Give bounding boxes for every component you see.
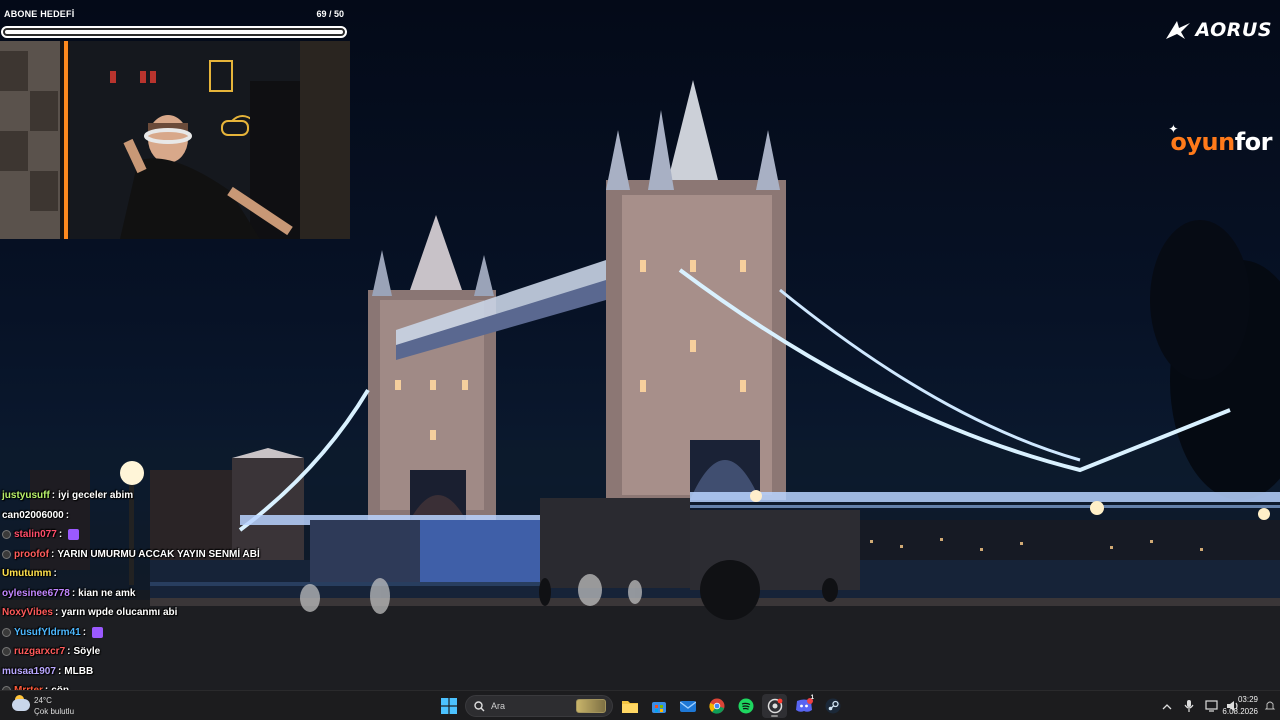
- chat-text: iyi geceler abim: [58, 490, 134, 502]
- chat-message: NoxyVibes: yarın wpde olucanmı abi: [2, 603, 332, 623]
- webcam-feed: [0, 41, 350, 239]
- chat-separator: :: [51, 548, 55, 560]
- taskbar-search-box[interactable]: Ara: [465, 695, 613, 717]
- chat-message: justyusuff: iyi geceler abim: [2, 486, 332, 506]
- notification-bell-icon: [1264, 701, 1276, 710]
- discord-badge-count: 1: [810, 695, 814, 701]
- chat-badge-icon: [2, 647, 11, 657]
- goal-progress-track: [1, 26, 347, 38]
- microphone-icon[interactable]: [1182, 699, 1196, 713]
- taskbar-capture-app[interactable]: [762, 694, 787, 718]
- chat-separator: :: [65, 509, 70, 521]
- search-highlight-thumbnail: [576, 699, 606, 713]
- system-clock[interactable]: 03:29 6.08.2026: [1222, 694, 1258, 718]
- capture-icon: [767, 698, 782, 714]
- taskbar-mail[interactable]: [675, 694, 700, 718]
- search-placeholder: Ara: [491, 701, 506, 711]
- chat-username: can02006000: [2, 509, 64, 521]
- taskbar-steam[interactable]: [820, 694, 845, 718]
- chat-emote-icon: [92, 626, 104, 638]
- store-icon: [651, 702, 666, 713]
- mail-icon: [679, 701, 696, 712]
- chat-username: YusufYldrm41: [14, 626, 81, 638]
- chat-message: musaa1907: MLBB: [2, 662, 332, 682]
- chat-username: justyusuff: [2, 490, 50, 502]
- taskbar: 24°C Çok bulutlu Ara 1 03:29 6.08.2026: [0, 690, 1280, 720]
- goal-label: ABONE HEDEFİ: [4, 9, 75, 19]
- weather-widget[interactable]: 24°C Çok bulutlu: [10, 693, 120, 719]
- chat-separator: :: [71, 587, 76, 599]
- chat-emote-icon: [68, 529, 80, 541]
- oyunfor-logo: ✦ oyunfor: [1168, 122, 1273, 156]
- chat-text: yarın wpde olucanmı abi: [61, 607, 178, 619]
- taskbar-apps: Ara 1: [436, 694, 845, 718]
- weather-temperature: 24°C: [34, 696, 52, 705]
- chat-separator: :: [57, 665, 62, 677]
- chat-separator: :: [53, 568, 57, 580]
- chat-message: stalin077:: [2, 525, 332, 545]
- chat-badge-icon: [2, 627, 11, 637]
- chat-text: MLBB: [64, 665, 94, 677]
- chat-message: oylesinee6778: kian ne amk: [2, 584, 332, 604]
- chat-message: YusufYldrm41:: [2, 623, 332, 643]
- chat-username: oylesinee6778: [2, 587, 70, 599]
- spotify-icon: [738, 698, 753, 714]
- chat-username: NoxyVibes: [2, 607, 53, 619]
- chat-separator: :: [58, 529, 63, 541]
- chat-badge-icon: [2, 530, 11, 540]
- chat-username: musaa1907: [2, 665, 56, 677]
- chat-separator: :: [54, 607, 59, 619]
- taskbar-chrome[interactable]: [704, 694, 729, 718]
- folder-icon: [621, 701, 638, 713]
- streamer-webcam-image: [0, 41, 350, 239]
- chat-text: Söyle: [73, 646, 101, 658]
- chat-username: Umutumm: [2, 568, 52, 580]
- chat-message: ruzgarxcr7: Söyle: [2, 642, 332, 662]
- chat-message: Umutumm:: [2, 564, 332, 584]
- taskbar-file-explorer[interactable]: [617, 694, 642, 718]
- chrome-icon: [708, 698, 724, 714]
- goal-count: 69 / 50: [316, 9, 344, 19]
- steam-icon: [825, 698, 840, 714]
- chat-message: proofof: YARIN UMURMU ACCAK YAYIN SENMİ A…: [2, 545, 332, 565]
- notification-center-button[interactable]: [1264, 697, 1276, 715]
- start-button[interactable]: [436, 694, 461, 718]
- aorus-wordmark: AORUS: [1195, 19, 1272, 41]
- chat-separator: :: [67, 646, 71, 658]
- chat-separator: :: [82, 626, 87, 638]
- oyunfor-suffix: for: [1234, 128, 1273, 156]
- display-icon[interactable]: [1204, 699, 1218, 713]
- chat-text: YARIN UMURMU ACCAK YAYIN SENMİ ABİ: [57, 548, 260, 560]
- running-indicator: [771, 715, 778, 717]
- windows-logo-icon: [440, 698, 457, 714]
- clock-date: 6.08.2026: [1222, 707, 1258, 716]
- search-icon: [474, 700, 485, 711]
- chat-username: proofof: [14, 548, 49, 560]
- sparkle-icon: ✦: [1168, 122, 1178, 136]
- goal-progress-fill: [5, 30, 343, 34]
- clock-time: 03:29: [1237, 695, 1258, 704]
- oyunfor-prefix: oyun: [1170, 128, 1235, 156]
- aorus-eagle-icon: [1166, 21, 1191, 39]
- taskbar-spotify[interactable]: [733, 694, 758, 718]
- chat-separator: :: [51, 490, 56, 502]
- weather-description: Çok bulutlu: [34, 707, 75, 716]
- chat-username: stalin077: [14, 529, 57, 541]
- chat-badge-icon: [2, 549, 11, 559]
- chat-text: kian ne amk: [78, 587, 136, 599]
- tray-overflow-chevron-icon[interactable]: [1160, 699, 1174, 713]
- chat-message: can02006000:: [2, 506, 332, 526]
- weather-cloud-icon: [12, 699, 30, 711]
- chat-overlay: justyusuff: iyi geceler abim can02006000: s…: [2, 486, 332, 701]
- taskbar-discord[interactable]: 1: [791, 694, 816, 718]
- taskbar-microsoft-store[interactable]: [646, 694, 671, 718]
- aorus-logo: AORUS: [1165, 16, 1272, 44]
- subscriber-goal-widget: ABONE HEDEFİ 69 / 50: [0, 6, 350, 40]
- chat-username: ruzgarxcr7: [14, 646, 66, 658]
